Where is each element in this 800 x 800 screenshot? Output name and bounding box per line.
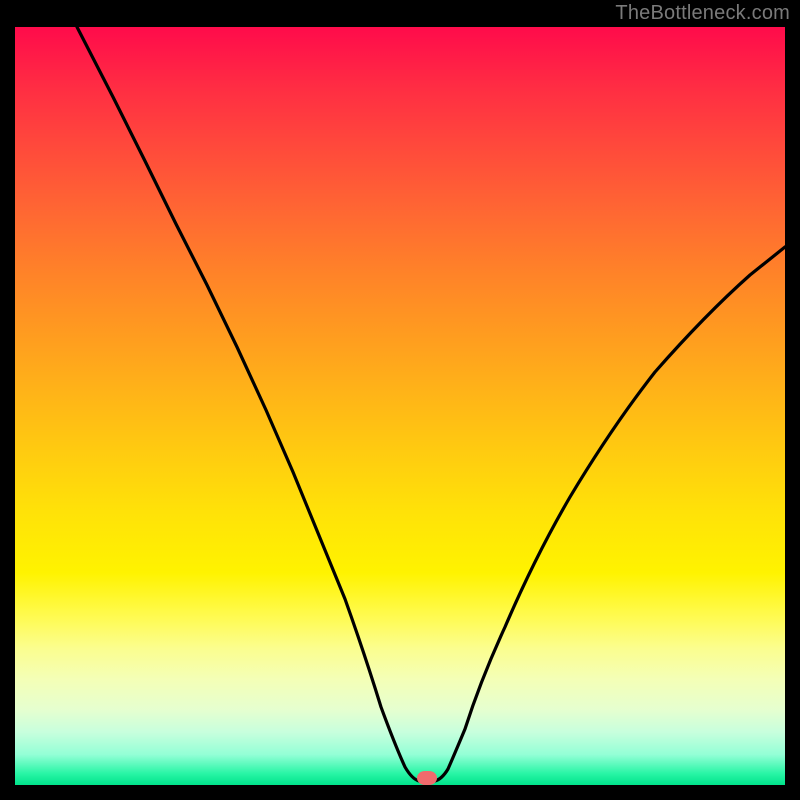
optimal-point-marker (417, 771, 437, 785)
bottleneck-curve (15, 27, 785, 785)
curve-path (77, 27, 785, 781)
chart-frame: TheBottleneck.com (0, 0, 800, 800)
watermark-text: TheBottleneck.com (615, 2, 790, 25)
plot-area (15, 27, 785, 785)
